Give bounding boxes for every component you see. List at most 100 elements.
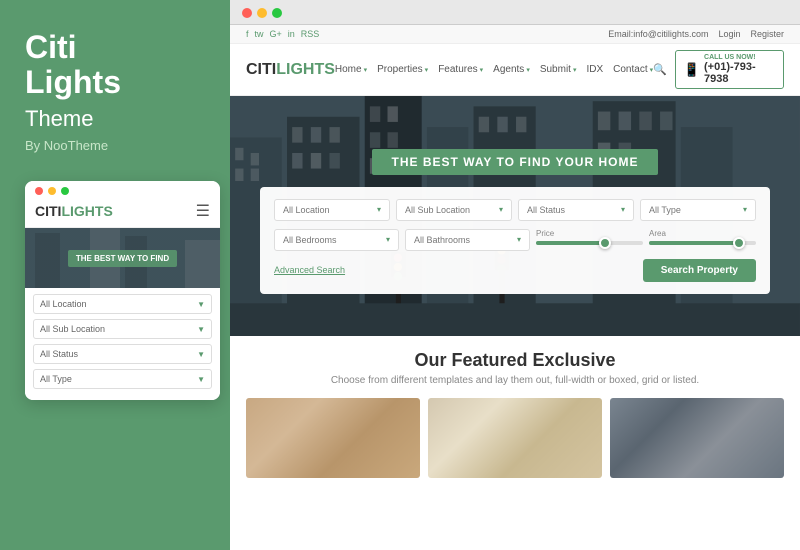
brand-title: CitiLights [25,30,205,100]
price-label: Price [536,229,643,238]
site-header-right: 🔍 📱 CALL US NOW! (+01)-793-7938 [653,50,784,89]
search-row-2: All Bedrooms ▾ All Bathrooms ▾ Price [274,229,756,251]
linkedin-icon[interactable]: in [288,29,295,39]
nav-home-arrow: ▾ [364,66,368,74]
nav-properties[interactable]: Properties ▾ [377,64,428,75]
nav-idx[interactable]: IDX [586,64,603,75]
property-card-2[interactable] [428,398,602,478]
price-range-group: Price [536,229,643,251]
topbar-left: f tw G+ in RSS [246,29,319,39]
type-arrow: ▾ [743,205,747,214]
nav-agents[interactable]: Agents ▾ [493,64,530,75]
mobile-location-select[interactable]: All Location ▼ [33,294,212,314]
area-range-track[interactable] [649,241,756,245]
register-link[interactable]: Register [750,29,784,39]
mobile-location-label: All Location [40,299,87,309]
phone-icon: 📱 [684,62,700,78]
type-label: All Type [649,205,681,215]
mobile-hero-text: THE BEST WAY TO FIND [68,250,177,267]
property-image-2 [428,398,602,478]
mobile-type-arrow: ▼ [197,375,205,384]
brand-name: CitiLights Theme By NooTheme [25,30,205,153]
property-card-1[interactable] [246,398,420,478]
location-select[interactable]: All Location ▾ [274,199,390,221]
site-nav: Home ▾ Properties ▾ Features ▾ Agents ▾ … [335,64,653,75]
type-select[interactable]: All Type ▾ [640,199,756,221]
nav-submit[interactable]: Submit ▾ [540,64,577,75]
bathrooms-select[interactable]: All Bathrooms ▾ [405,229,530,251]
facebook-icon[interactable]: f [246,29,249,39]
mobile-hamburger-icon[interactable]: ☰ [196,201,210,221]
brand-by: By NooTheme [25,138,205,153]
mobile-hero: THE BEST WAY TO FIND [25,228,220,288]
bedrooms-arrow: ▾ [386,235,390,244]
site-topbar: f tw G+ in RSS Email:info@citilights.com… [230,25,800,44]
sublocation-select[interactable]: All Sub Location ▾ [396,199,512,221]
rss-icon[interactable]: RSS [301,29,320,39]
featured-subtitle: Choose from different templates and lay … [246,375,784,386]
topbar-email: Email:info@citilights.com [608,29,708,39]
nav-properties-label: Properties [377,64,423,75]
status-label: All Status [527,205,565,215]
area-range-fill [649,241,745,245]
mobile-logo-accent: LIGHTS [61,203,112,219]
nav-features-label: Features [438,64,477,75]
nav-agents-label: Agents [493,64,524,75]
hero-content: THE BEST WAY TO FIND YOUR HOME All Locat… [230,139,800,294]
property-card-3[interactable] [610,398,784,478]
nav-agents-arrow: ▾ [526,66,530,74]
price-range-thumb[interactable] [599,237,611,249]
nav-idx-label: IDX [586,64,603,75]
mobile-dot-red [35,187,43,195]
bedrooms-select[interactable]: All Bedrooms ▾ [274,229,399,251]
mobile-location-arrow: ▼ [197,300,205,309]
status-arrow: ▾ [621,205,625,214]
header-search-icon[interactable]: 🔍 [653,63,667,76]
mobile-status-select[interactable]: All Status ▼ [33,344,212,364]
search-box: All Location ▾ All Sub Location ▾ All St… [260,187,770,294]
browser-dot-yellow [257,8,267,18]
price-range-track[interactable] [536,241,643,245]
site-header: CITILIGHTS Home ▾ Properties ▾ Features … [230,44,800,96]
search-property-button[interactable]: Search Property [643,259,756,282]
search-row-1: All Location ▾ All Sub Location ▾ All St… [274,199,756,221]
featured-title: Our Featured Exclusive [246,350,784,371]
mobile-mockup: CITILIGHTS ☰ THE BEST WAY TO FIND All Lo… [25,181,220,400]
nav-home[interactable]: Home ▾ [335,64,367,75]
bedrooms-label: All Bedrooms [283,235,337,245]
nav-features[interactable]: Features ▾ [438,64,483,75]
advanced-search-link[interactable]: Advanced Search [274,265,345,275]
mobile-type-select[interactable]: All Type ▼ [33,369,212,389]
nav-submit-arrow: ▾ [573,66,577,74]
area-range-group: Area [649,229,756,251]
mobile-sublocation-arrow: ▼ [197,325,205,334]
search-footer: Advanced Search Search Property [274,259,756,282]
area-range-thumb[interactable] [733,237,745,249]
nav-features-arrow: ▾ [480,66,484,74]
featured-section: Our Featured Exclusive Choose from diffe… [230,336,800,550]
googleplus-icon[interactable]: G+ [270,29,282,39]
mobile-browser-bar [25,181,220,195]
mobile-dot-yellow [48,187,56,195]
browser-chrome [230,0,800,25]
phone-info: CALL US NOW! (+01)-793-7938 [704,54,775,85]
status-select[interactable]: All Status ▾ [518,199,634,221]
nav-contact[interactable]: Contact ▾ [613,64,653,75]
twitter-icon[interactable]: tw [255,29,264,39]
sublocation-arrow: ▾ [499,205,503,214]
login-link[interactable]: Login [718,29,740,39]
nav-submit-label: Submit [540,64,571,75]
mobile-status-arrow: ▼ [197,350,205,359]
nav-contact-label: Contact [613,64,647,75]
property-image-1 [246,398,420,478]
mobile-type-label: All Type [40,374,72,384]
browser-dot-red [242,8,252,18]
phone-label: CALL US NOW! [704,54,775,61]
website-content: f tw G+ in RSS Email:info@citilights.com… [230,25,800,550]
location-arrow: ▾ [377,205,381,214]
hero-tagline: THE BEST WAY TO FIND YOUR HOME [372,149,659,175]
phone-box: 📱 CALL US NOW! (+01)-793-7938 [675,50,784,89]
mobile-sublocation-label: All Sub Location [40,324,105,334]
location-label: All Location [283,205,330,215]
mobile-sublocation-select[interactable]: All Sub Location ▼ [33,319,212,339]
